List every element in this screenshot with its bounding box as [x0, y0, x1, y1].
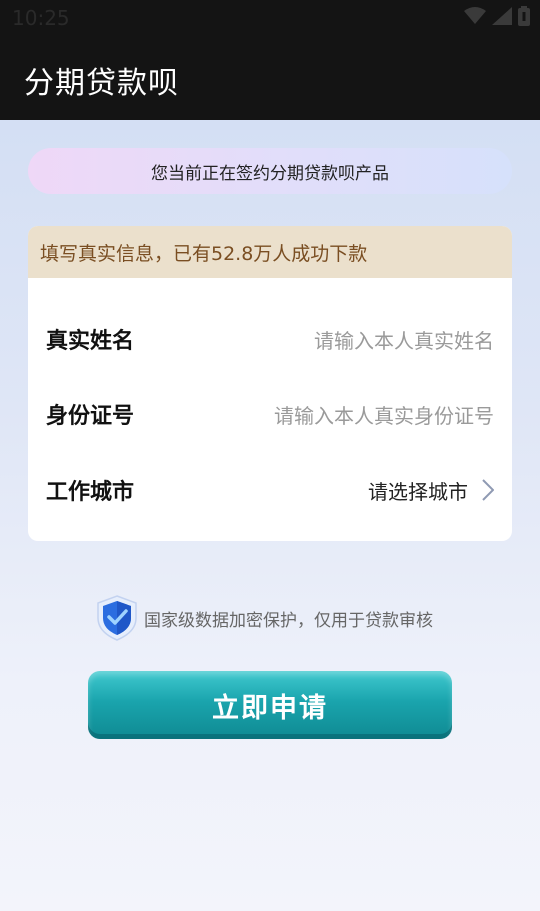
- status-icons: [464, 6, 530, 26]
- work-city-field-row[interactable]: 工作城市 请选择城市: [28, 460, 512, 520]
- id-number-input[interactable]: 请输入本人真实身份证号: [274, 400, 494, 429]
- security-note: 国家级数据加密保护，仅用于贷款审核: [94, 594, 433, 642]
- info-form-card: 填写真实信息，已有52.8万人成功下款 真实姓名 请输入本人真实姓名 身份证号 …: [28, 226, 512, 541]
- wifi-icon: [464, 7, 486, 24]
- name-field-row[interactable]: 真实姓名 请输入本人真实姓名: [28, 309, 512, 369]
- shield-check-icon: [97, 595, 137, 641]
- chevron-right-icon: [482, 479, 494, 501]
- signing-notice: 您当前正在签约分期贷款呗产品: [28, 148, 512, 194]
- work-city-label: 工作城市: [46, 480, 135, 505]
- work-city-value: 请选择城市: [368, 479, 468, 504]
- status-bar: 10:25: [0, 0, 540, 36]
- id-number-label: 身份证号: [46, 404, 135, 429]
- form-header: 填写真实信息，已有52.8万人成功下款: [28, 226, 512, 278]
- signal-icon: [492, 7, 512, 25]
- id-number-field-row[interactable]: 身份证号 请输入本人真实身份证号: [28, 384, 512, 444]
- work-city-select[interactable]: 请选择城市: [368, 476, 494, 505]
- top-bar: 10:25 分期贷款呗: [0, 0, 540, 120]
- name-label: 真实姓名: [46, 329, 135, 354]
- security-note-text: 国家级数据加密保护，仅用于贷款审核: [144, 610, 433, 631]
- page-title: 分期贷款呗: [24, 66, 179, 101]
- apply-now-button[interactable]: 立即申请: [88, 671, 452, 739]
- form-header-text: 填写真实信息，已有52.8万人成功下款: [40, 242, 368, 265]
- status-time: 10:25: [12, 6, 70, 30]
- name-input[interactable]: 请输入本人真实姓名: [314, 325, 494, 354]
- battery-icon: [518, 6, 530, 26]
- signing-notice-text: 您当前正在签约分期贷款呗产品: [151, 163, 389, 184]
